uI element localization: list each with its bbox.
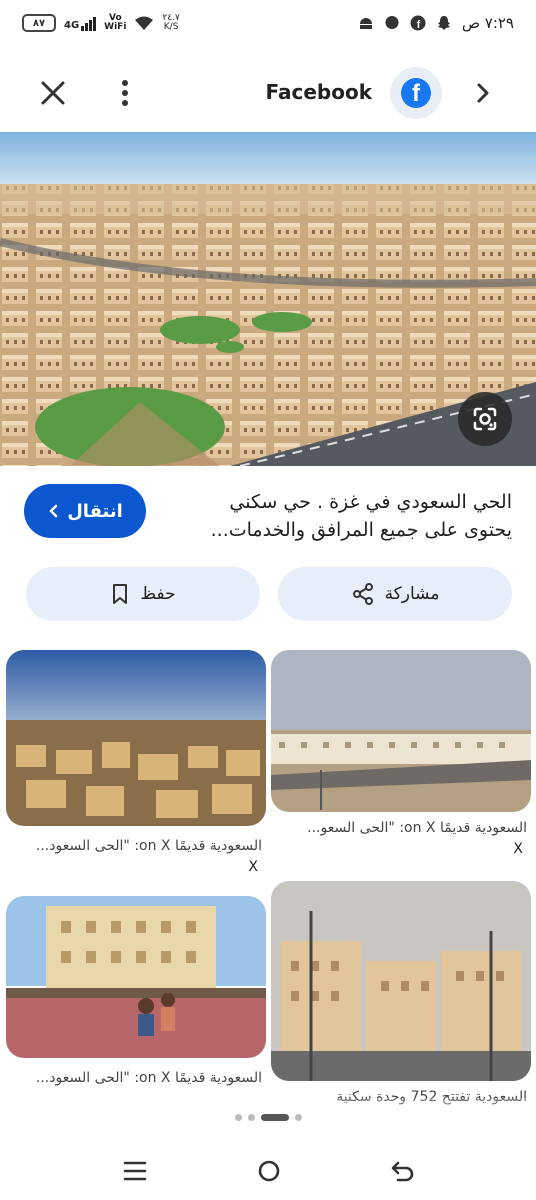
cell-signal-icon: 4G <box>64 15 97 31</box>
related-thumbnail <box>271 881 531 1081</box>
related-source: X <box>248 859 258 875</box>
messenger-icon <box>385 16 399 29</box>
related-caption: السعودية قديمًا on X: "الحى السعود... <box>35 838 262 854</box>
chevron-left-icon <box>49 504 58 518</box>
visit-button[interactable]: انتقال <box>24 484 146 538</box>
status-right: f ٧:٢٩ ص <box>358 14 514 32</box>
related-card[interactable]: السعودية قديمًا on X: "الحى السعو... X <box>271 650 531 859</box>
result-title: الحي السعودي في غزة . حي سكني يحتوى على … <box>210 491 512 541</box>
clock: ٧:٢٩ ص <box>461 14 514 32</box>
lens-search-button[interactable] <box>458 392 512 446</box>
close-icon[interactable] <box>38 78 68 108</box>
chevron-right-icon[interactable] <box>470 80 496 106</box>
status-bar: ٨٧ 4G Vo WiFi ٢٤.٧ K/S f ٧:٢٩ ص <box>0 0 536 52</box>
network-speed: ٢٤.٧ K/S <box>162 13 180 32</box>
page-indicator <box>0 1114 536 1121</box>
housing-aerial-photo <box>0 132 536 466</box>
android-icon <box>359 18 372 29</box>
source-name[interactable]: Facebook <box>265 80 372 104</box>
share-label: مشاركة <box>384 584 440 604</box>
related-card[interactable]: السعودية تفتتح 752 وحدة سكنية <box>271 881 531 1108</box>
related-source: X <box>513 841 523 857</box>
related-caption: السعودية قديمًا on X: "الحى السعو... <box>307 820 527 836</box>
source-favicon[interactable]: f <box>390 67 442 119</box>
related-card[interactable]: السعودية قديمًا on X: "الحى السعود... X <box>6 650 266 877</box>
recent-apps-icon[interactable] <box>120 1158 150 1184</box>
related-card[interactable]: السعودية قديمًا on X: "الحى السعود... <box>6 896 266 1089</box>
snapchat-icon <box>437 16 450 30</box>
related-thumbnail <box>271 650 531 812</box>
home-icon[interactable] <box>254 1158 284 1184</box>
facebook-logo: f <box>401 78 431 108</box>
google-lens-icon <box>473 407 497 431</box>
svg-text:f: f <box>417 19 421 31</box>
share-button[interactable]: مشاركة <box>278 567 512 621</box>
bookmark-icon <box>113 584 128 604</box>
related-thumbnail <box>6 650 266 826</box>
back-icon[interactable] <box>388 1158 418 1184</box>
save-button[interactable]: حفظ <box>26 567 260 621</box>
top-app-bar: Facebook f <box>0 58 536 128</box>
visit-label: انتقال <box>67 500 123 522</box>
vowifi-label: Vo WiFi <box>104 13 127 32</box>
facebook-status-icon: f <box>410 15 426 31</box>
system-nav-bar <box>0 1142 536 1200</box>
related-thumbnail <box>6 896 266 1058</box>
main-image[interactable] <box>0 132 536 466</box>
wifi-icon <box>135 16 154 30</box>
status-left: ٨٧ 4G Vo WiFi ٢٤.٧ K/S <box>22 14 180 32</box>
save-label: حفظ <box>140 584 176 604</box>
battery-indicator: ٨٧ <box>22 14 56 32</box>
share-icon <box>352 583 373 605</box>
more-vert-icon[interactable] <box>118 76 132 110</box>
related-caption: السعودية قديمًا on X: "الحى السعود... <box>35 1070 262 1086</box>
